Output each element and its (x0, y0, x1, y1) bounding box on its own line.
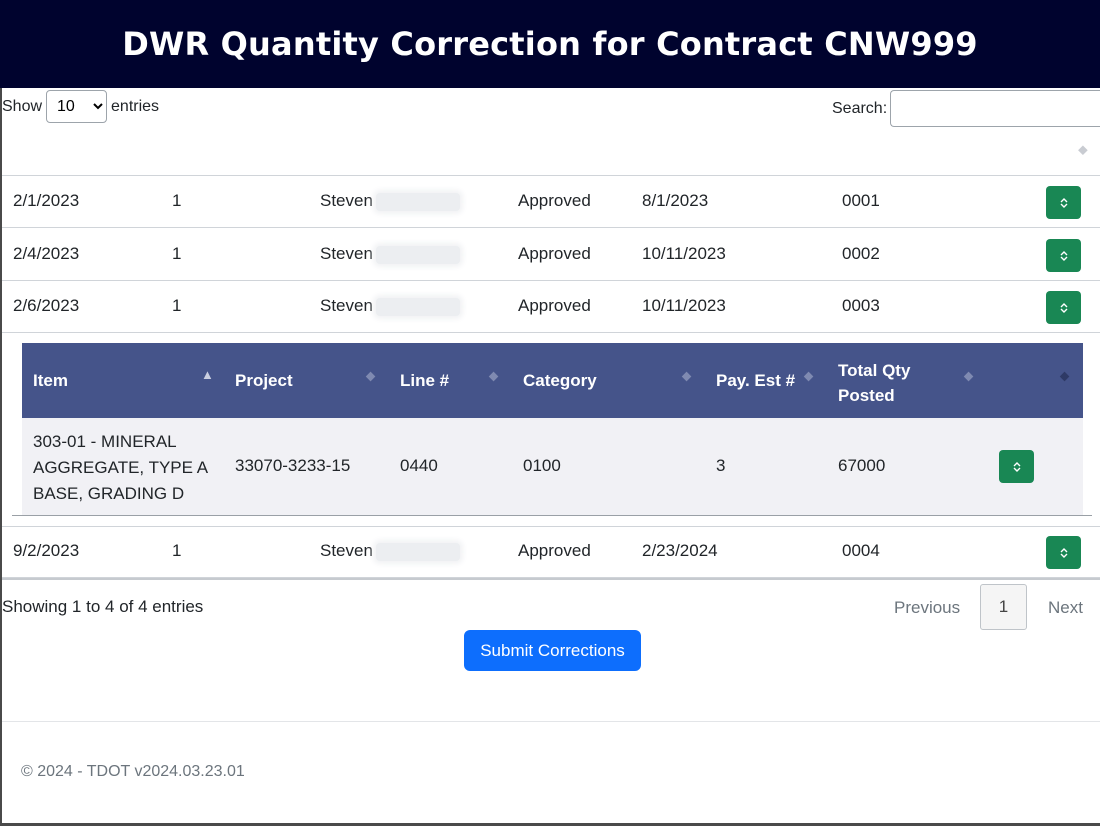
sort-icon[interactable]: ⬥ (682, 368, 691, 384)
approved-date: 10/11/2023 (642, 296, 726, 315)
revision: 1 (172, 244, 182, 263)
inspector-name: Steven (320, 191, 460, 211)
sort-icon[interactable]: ⬥ (804, 368, 813, 384)
approved-date: 8/1/2023 (642, 191, 709, 210)
first-name: Steven (320, 296, 373, 315)
revision: 1 (172, 191, 182, 210)
detail-table-header: Item ▲ Project ⬥ Line # ⬥ Category ⬥ Pay… (22, 343, 1083, 418)
first-name: Steven (320, 244, 373, 263)
search-label: Search: (832, 99, 888, 117)
approved-date: 2/23/2024 (642, 541, 718, 560)
dwr-number: 0003 (842, 296, 880, 315)
table-row: 2/6/2023 1 Steven Approved 10/11/2023 00… (2, 281, 1100, 333)
header-project[interactable]: Project (235, 371, 293, 391)
header-pay-est[interactable]: Pay. Est # (716, 371, 795, 391)
chevron-up-down-icon (1060, 197, 1067, 208)
inspector-name: Steven (320, 296, 460, 316)
redacted-surname (375, 245, 460, 264)
redacted-surname (375, 542, 460, 561)
sort-icon[interactable]: ⬥ (964, 368, 973, 384)
expand-button[interactable] (1046, 536, 1081, 569)
category-code: 0100 (523, 456, 561, 475)
table-row: 9/2/2023 1 Steven Approved 2/23/2024 000… (2, 526, 1100, 578)
show-label: Show (2, 97, 43, 115)
submit-corrections-button[interactable]: Submit Corrections (464, 630, 641, 671)
detail-expand-button[interactable] (999, 450, 1034, 483)
entries-select[interactable]: 10 (46, 90, 108, 123)
chevron-up-down-icon (1060, 547, 1067, 558)
sort-icon[interactable]: ⬥ (1078, 141, 1088, 158)
entries-length-control: Show 10 entries (2, 90, 159, 123)
status: Approved (518, 244, 591, 263)
inspector-name: Steven (320, 244, 460, 264)
header-line[interactable]: Line # (400, 371, 449, 391)
dwr-number: 0004 (842, 541, 880, 560)
first-name: Steven (320, 191, 373, 210)
sort-asc-icon[interactable]: ▲ (201, 367, 214, 382)
expand-button[interactable] (1046, 291, 1081, 324)
revision: 1 (172, 296, 182, 315)
header-item[interactable]: Item (33, 371, 68, 391)
header-category[interactable]: Category (523, 371, 597, 391)
expand-button[interactable] (1046, 239, 1081, 272)
header-total-qty[interactable]: Total Qty Posted (838, 358, 948, 408)
revision: 1 (172, 541, 182, 560)
chevron-up-down-icon (1060, 250, 1067, 261)
redacted-surname (375, 192, 460, 211)
sort-icon[interactable]: ⬥ (366, 368, 375, 384)
status: Approved (518, 191, 591, 210)
footer-copyright: © 2024 - TDOT v2024.03.23.01 (21, 763, 245, 780)
dwr-number: 0002 (842, 244, 880, 263)
divider (2, 721, 1100, 722)
chevron-up-down-icon (1013, 461, 1020, 472)
search-input[interactable] (890, 90, 1100, 127)
total-qty: 67000 (838, 456, 886, 475)
chevron-up-down-icon (1060, 302, 1067, 313)
sort-icon[interactable]: ⬥ (489, 368, 498, 384)
dwr-date: 2/6/2023 (13, 296, 80, 315)
table-row: 2/1/2023 1 Steven Approved 8/1/2023 0001 (2, 176, 1100, 228)
divider (12, 515, 1092, 516)
table-row: 2/4/2023 1 Steven Approved 10/11/2023 00… (2, 229, 1100, 281)
status: Approved (518, 296, 591, 315)
approved-date: 10/11/2023 (642, 244, 726, 263)
dwr-date: 2/1/2023 (13, 191, 80, 210)
previous-button[interactable]: Previous (894, 598, 960, 618)
title-prefix: DWR Quantity Correction for Contract (122, 25, 813, 63)
sort-icon[interactable]: ⬥ (1060, 368, 1069, 384)
detail-row: 303-01 - MINERAL AGGREGATE, TYPE A BASE,… (22, 418, 1083, 515)
detail-table: Item ▲ Project ⬥ Line # ⬥ Category ⬥ Pay… (22, 343, 1083, 515)
redacted-surname (375, 297, 460, 316)
inspector-name: Steven (320, 541, 460, 561)
dwr-date: 9/2/2023 (13, 541, 80, 560)
pay-estimate: 3 (716, 456, 726, 475)
status: Approved (518, 541, 591, 560)
project-number: 33070-3233-15 (235, 456, 351, 475)
next-button[interactable]: Next (1048, 598, 1083, 618)
first-name: Steven (320, 541, 373, 560)
entries-label: entries (111, 97, 160, 115)
page-header: DWR Quantity Correction for Contract CNW… (0, 0, 1100, 88)
page-button[interactable]: 1 (980, 584, 1027, 630)
item-description: 303-01 - MINERAL AGGREGATE, TYPE A BASE,… (33, 432, 208, 503)
search-control: Search: (832, 90, 1100, 127)
divider (2, 578, 1100, 580)
contract-number: CNW999 (824, 25, 978, 63)
dwr-date: 2/4/2023 (13, 244, 80, 263)
dwr-number: 0001 (842, 191, 880, 210)
line-number: 0440 (400, 456, 438, 475)
expand-button[interactable] (1046, 186, 1081, 219)
table-info: Showing 1 to 4 of 4 entries (2, 597, 204, 616)
page-title: DWR Quantity Correction for Contract CNW… (122, 25, 978, 63)
